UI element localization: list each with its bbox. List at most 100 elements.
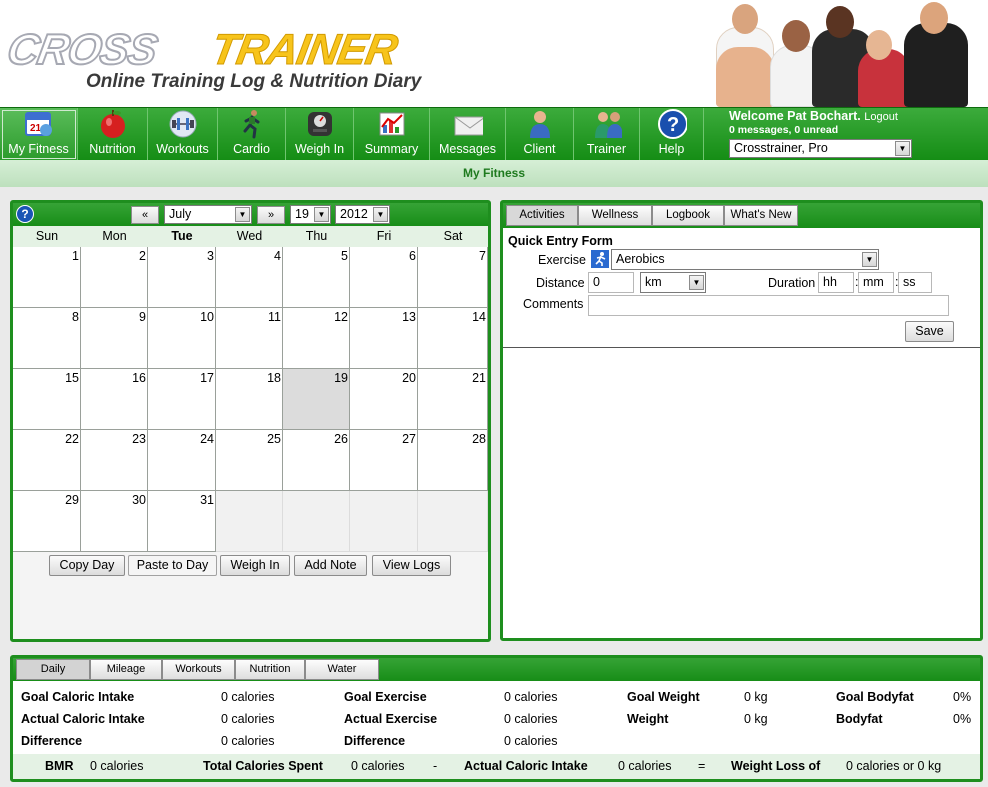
calendar-day-cell[interactable]: 10 (148, 308, 216, 369)
copy-day-button[interactable]: Copy Day (49, 555, 125, 576)
logout-link[interactable]: Logout (864, 111, 898, 123)
calendar-day-cell[interactable]: 19 (283, 369, 350, 430)
main-nav: 21 My Fitness Nutrition Workouts Cardio (0, 107, 988, 161)
duration-minutes-input[interactable]: mm (858, 272, 894, 293)
logo-cross-text: CROSS (3, 25, 161, 75)
nav-my-fitness[interactable]: 21 My Fitness (0, 108, 78, 161)
nav-label: Weigh In (294, 142, 345, 156)
calendar-day-cell[interactable]: 15 (13, 369, 81, 430)
runner-icon (237, 109, 267, 139)
calendar-day-cell[interactable]: 26 (283, 430, 350, 491)
quick-entry-form: Quick Entry Form Exercise Aerobics ▼ Dis… (503, 228, 980, 348)
distance-input[interactable]: 0 (588, 272, 634, 293)
user-select[interactable]: Crosstrainer, Pro ▼ (729, 139, 912, 158)
nav-trainer[interactable]: Trainer (574, 108, 640, 161)
calendar-day-cell[interactable]: 7 (418, 247, 488, 308)
calendar-day-cell[interactable]: 3 (148, 247, 216, 308)
nav-help[interactable]: ? Help (640, 108, 704, 161)
year-select[interactable]: 2012 ▼ (335, 205, 390, 224)
calendar-day-cell[interactable]: 22 (13, 430, 81, 491)
calendar-day-cell[interactable]: 12 (283, 308, 350, 369)
calendar-day-cell[interactable]: 20 (350, 369, 418, 430)
month-select[interactable]: July ▼ (164, 205, 252, 224)
nav-label: Trainer (586, 142, 627, 156)
calendar-day-cell[interactable]: 13 (350, 308, 418, 369)
tab-workouts[interactable]: Workouts (162, 659, 235, 680)
exercise-label: Exercise (538, 253, 586, 267)
day-select[interactable]: 19 ▼ (290, 205, 331, 224)
calendar-day-cell[interactable]: 27 (350, 430, 418, 491)
bmr-value: 0 calories (90, 759, 144, 773)
tab-wellness[interactable]: Wellness (578, 205, 652, 226)
calendar-day-cell[interactable]: 25 (216, 430, 283, 491)
nav-client[interactable]: Client (506, 108, 574, 161)
nav-weigh-in[interactable]: Weigh In (286, 108, 354, 161)
calendar-day-cell[interactable]: 28 (418, 430, 488, 491)
calendar-day-cell[interactable]: 1 (13, 247, 81, 308)
chevron-down-icon[interactable]: ▼ (895, 141, 910, 156)
save-button[interactable]: Save (905, 321, 954, 342)
calendar-day-cell[interactable]: 11 (216, 308, 283, 369)
intake-difference-value: 0 calories (221, 734, 275, 748)
calendar-day-cell[interactable]: 8 (13, 308, 81, 369)
chevron-down-icon[interactable]: ▼ (373, 207, 388, 222)
help-icon[interactable]: ? (16, 205, 34, 223)
nav-workouts[interactable]: Workouts (148, 108, 218, 161)
chevron-down-icon[interactable]: ▼ (314, 207, 329, 222)
calendar-day-cell[interactable]: 31 (148, 491, 216, 552)
tab-logbook[interactable]: Logbook (652, 205, 724, 226)
calendar-day-cell[interactable]: 23 (81, 430, 148, 491)
nav-cardio[interactable]: Cardio (218, 108, 286, 161)
exercise-difference-value: 0 calories (504, 734, 558, 748)
tab-water[interactable]: Water (305, 659, 379, 680)
nav-nutrition[interactable]: Nutrition (78, 108, 148, 161)
chevron-down-icon[interactable]: ▼ (862, 252, 877, 267)
chevron-down-icon[interactable]: ▼ (235, 207, 250, 222)
prev-month-button[interactable]: « (131, 206, 159, 224)
tab-whats-new[interactable]: What's New (724, 205, 798, 226)
calendar-day-cell[interactable]: 24 (148, 430, 216, 491)
nav-label: My Fitness (8, 142, 69, 156)
nav-summary[interactable]: Summary (354, 108, 430, 161)
paste-to-day-button[interactable]: Paste to Day (128, 555, 217, 576)
runner-icon (591, 250, 609, 268)
weight-loss-value: 0 calories or 0 kg (846, 759, 942, 773)
actual-intake-value: 0 calories (618, 759, 672, 773)
calendar-day-cell[interactable]: 9 (81, 308, 148, 369)
chevron-down-icon[interactable]: ▼ (689, 275, 704, 290)
calendar-day-cell[interactable]: 6 (350, 247, 418, 308)
duration-seconds-input[interactable]: ss (898, 272, 932, 293)
goal-caloric-intake-value: 0 calories (221, 690, 275, 704)
calendar-header: ? « July ▼ » 19 ▼ 2012 ▼ (13, 203, 488, 226)
exercise-select-value: Aerobics (616, 252, 665, 266)
calendar-day-cell[interactable]: 18 (216, 369, 283, 430)
distance-unit-select[interactable]: km ▼ (640, 272, 706, 293)
calendar-day-cell[interactable]: 2 (81, 247, 148, 308)
next-month-button[interactable]: » (257, 206, 285, 224)
exercise-select[interactable]: Aerobics ▼ (611, 249, 879, 270)
calendar-day-cell[interactable]: 16 (81, 369, 148, 430)
view-logs-button[interactable]: View Logs (372, 555, 451, 576)
tab-mileage[interactable]: Mileage (90, 659, 162, 680)
svg-text:?: ? (667, 114, 679, 136)
calendar-day-cell[interactable]: 29 (13, 491, 81, 552)
calendar-empty-cell (216, 491, 283, 552)
calendar-day-cell[interactable]: 30 (81, 491, 148, 552)
logo[interactable]: CROSS TRAINER Online Training Log & Nutr… (3, 25, 478, 96)
chart-icon (377, 109, 407, 139)
calendar-day-cell[interactable]: 5 (283, 247, 350, 308)
duration-hours-input[interactable]: hh (818, 272, 854, 293)
tab-activities[interactable]: Activities (506, 205, 578, 226)
calendar-day-cell[interactable]: 17 (148, 369, 216, 430)
minus-sign: - (433, 759, 438, 773)
nav-messages[interactable]: Messages (430, 108, 506, 161)
tab-daily[interactable]: Daily (16, 659, 90, 680)
tab-nutrition[interactable]: Nutrition (235, 659, 305, 680)
calendar-day-cell[interactable]: 4 (216, 247, 283, 308)
add-note-button[interactable]: Add Note (294, 555, 367, 576)
comments-input[interactable] (588, 295, 949, 316)
actual-exercise-label: Actual Exercise (344, 712, 438, 726)
weigh-in-button[interactable]: Weigh In (220, 555, 290, 576)
calendar-day-cell[interactable]: 14 (418, 308, 488, 369)
calendar-day-cell[interactable]: 21 (418, 369, 488, 430)
